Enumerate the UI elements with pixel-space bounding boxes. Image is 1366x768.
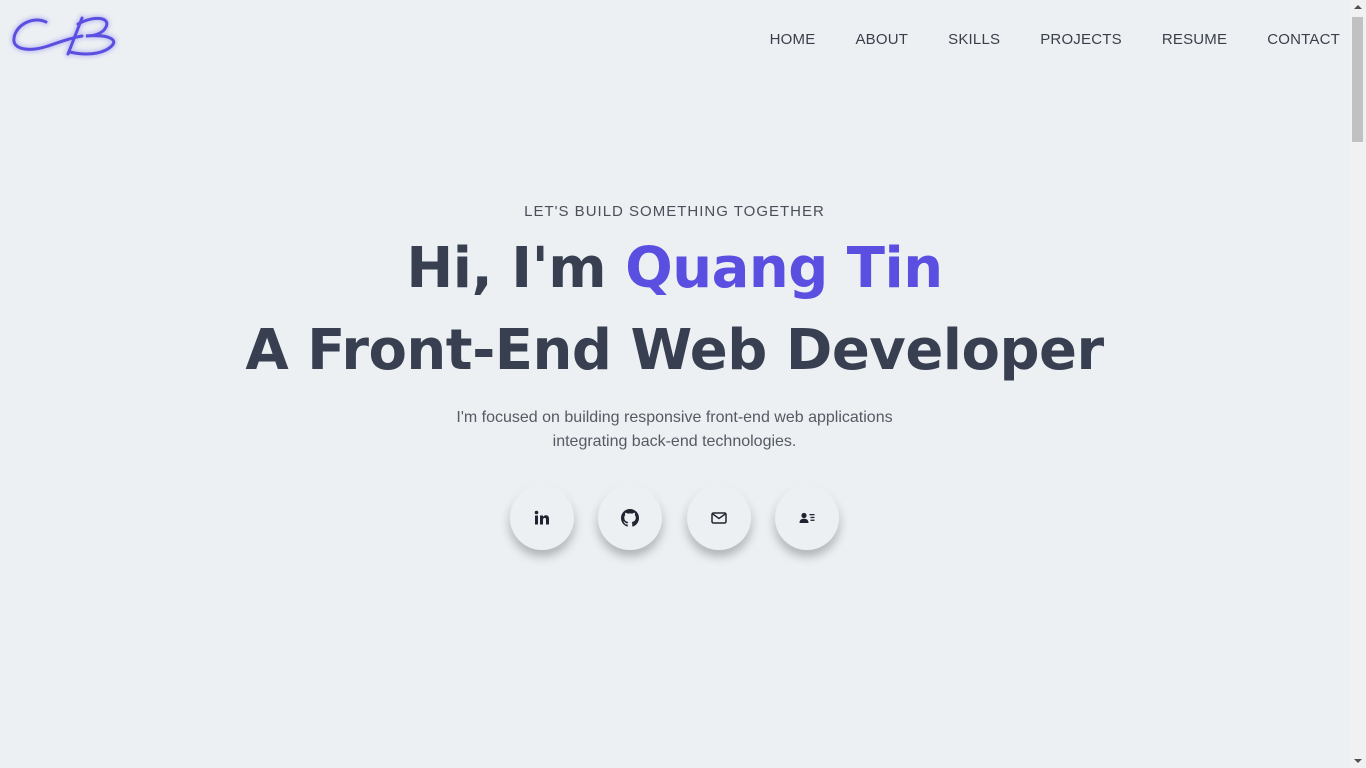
mail-icon [711,512,727,524]
nav-home[interactable]: HOME [770,31,816,49]
github-icon [621,509,639,527]
resume-contact-button[interactable] [775,486,839,550]
social-links [510,486,839,550]
greeting-text: Hi, I'm [406,236,626,301]
logo-signature-icon [10,15,117,57]
linkedin-icon [534,510,549,525]
scroll-thumb[interactable] [1352,17,1363,142]
contact-card-icon [799,512,815,523]
description-line-2: integrating back-end technologies. [552,433,797,450]
nav-about[interactable]: ABOUT [855,31,908,49]
github-button[interactable] [598,486,662,550]
nav-projects[interactable]: PROJECTS [1040,31,1122,49]
nav-skills[interactable]: SKILLS [948,31,1000,49]
email-button[interactable] [687,486,751,550]
hero-greeting: Hi, I'm Quang Tin [0,236,1349,302]
description-line-1: I'm focused on building responsive front… [456,409,893,426]
scroll-up-icon[interactable] [1354,5,1362,9]
nav-contact[interactable]: CONTACT [1267,31,1340,49]
hero-name: Quang Tin [625,236,943,301]
linkedin-button[interactable] [510,486,574,550]
page-scrollbar[interactable] [1349,0,1366,768]
logo[interactable] [8,10,134,62]
hero-tagline: LET'S BUILD SOMETHING TOGETHER [524,203,825,220]
hero-description: I'm focused on building responsive front… [0,406,1349,454]
nav-resume[interactable]: RESUME [1162,31,1227,49]
scroll-down-icon[interactable] [1354,759,1362,763]
hero-role: A Front-End Web Developer [245,318,1104,383]
main-nav: HOME ABOUT SKILLS PROJECTS RESUME CONTAC… [730,31,1340,49]
page: HOME ABOUT SKILLS PROJECTS RESUME CONTAC… [0,0,1366,768]
